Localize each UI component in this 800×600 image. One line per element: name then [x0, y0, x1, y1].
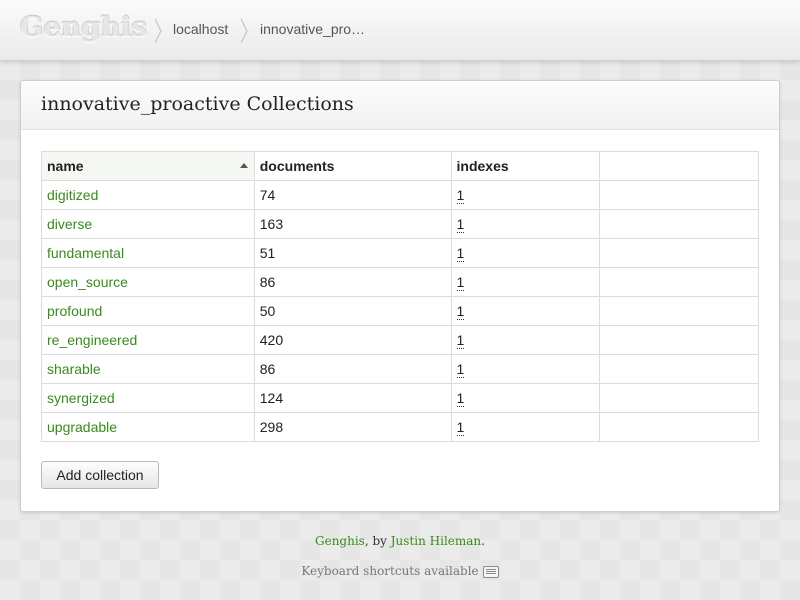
footer-credits: Genghis, by Justin Hileman. [0, 534, 800, 548]
table-row: profound 50 1 [41, 296, 759, 326]
index-count[interactable]: 1 [456, 216, 465, 233]
cell-name: open_source [41, 267, 255, 297]
cell-indexes: 1 [450, 296, 601, 326]
cell-documents: 86 [253, 354, 452, 384]
table-row: upgradable 298 1 [41, 412, 759, 442]
collection-link[interactable]: sharable [47, 361, 101, 377]
table-row: open_source 86 1 [41, 267, 759, 297]
column-header-name[interactable]: name [41, 151, 255, 181]
cell-documents: 420 [253, 325, 452, 355]
cell-documents: 124 [253, 383, 452, 413]
cell-actions [599, 238, 759, 268]
cell-indexes: 1 [450, 180, 601, 210]
cell-actions [599, 412, 759, 442]
cell-indexes: 1 [450, 267, 601, 297]
index-count[interactable]: 1 [456, 303, 465, 320]
index-count[interactable]: 1 [456, 332, 465, 349]
cell-documents: 51 [253, 238, 452, 268]
cell-actions [599, 180, 759, 210]
index-count[interactable]: 1 [456, 390, 465, 407]
app-link[interactable]: Genghis [315, 534, 365, 548]
cell-documents: 86 [253, 267, 452, 297]
table-row: diverse 163 1 [41, 209, 759, 239]
index-count[interactable]: 1 [456, 419, 465, 436]
column-label: indexes [456, 158, 509, 174]
cell-documents: 163 [253, 209, 452, 239]
cell-name: digitized [41, 180, 255, 210]
cell-documents: 50 [253, 296, 452, 326]
cell-actions [599, 325, 759, 355]
breadcrumb-separator-icon [240, 18, 248, 44]
collection-link[interactable]: synergized [47, 390, 115, 406]
cell-indexes: 1 [450, 209, 601, 239]
cell-documents: 74 [253, 180, 452, 210]
table-row: sharable 86 1 [41, 354, 759, 384]
table-row: re_engineered 420 1 [41, 325, 759, 355]
footer-by-text: , by [364, 534, 391, 548]
collection-link[interactable]: digitized [47, 187, 98, 203]
top-bar: Genghis localhost innovative_pro… [0, 0, 800, 61]
cell-actions [599, 354, 759, 384]
index-count[interactable]: 1 [456, 245, 465, 262]
cell-name: re_engineered [41, 325, 255, 355]
breadcrumb-server[interactable]: localhost [173, 21, 228, 37]
keyboard-shortcuts-text: Keyboard shortcuts available [301, 564, 479, 578]
cell-actions [599, 209, 759, 239]
cell-name: fundamental [41, 238, 255, 268]
table-header-row: name documents indexes [41, 151, 759, 181]
cell-name: sharable [41, 354, 255, 384]
column-label: name [47, 158, 84, 174]
cell-indexes: 1 [450, 325, 601, 355]
collection-link[interactable]: profound [47, 303, 102, 319]
index-count[interactable]: 1 [456, 187, 465, 204]
collection-link[interactable]: re_engineered [47, 332, 137, 348]
cell-actions [599, 296, 759, 326]
collections-table: name documents indexes digitized 74 1 di… [41, 151, 759, 442]
author-link[interactable]: Justin Hileman [391, 534, 481, 548]
cell-actions [599, 267, 759, 297]
collection-link[interactable]: upgradable [47, 419, 117, 435]
cell-name: diverse [41, 209, 255, 239]
add-collection-button[interactable]: Add collection [41, 461, 159, 489]
column-header-indexes[interactable]: indexes [450, 151, 601, 181]
index-count[interactable]: 1 [456, 274, 465, 291]
cell-name: profound [41, 296, 255, 326]
cell-indexes: 1 [450, 238, 601, 268]
table-row: fundamental 51 1 [41, 238, 759, 268]
breadcrumb-database[interactable]: innovative_pro… [260, 21, 365, 37]
collections-panel: innovative_proactive Collections name do… [20, 80, 780, 512]
brand-logo[interactable]: Genghis [20, 12, 147, 43]
cell-indexes: 1 [450, 383, 601, 413]
collection-link[interactable]: fundamental [47, 245, 124, 261]
cell-indexes: 1 [450, 354, 601, 384]
index-count[interactable]: 1 [456, 361, 465, 378]
column-header-actions [599, 151, 759, 181]
cell-actions [599, 383, 759, 413]
column-label: documents [259, 158, 335, 174]
table-row: synergized 124 1 [41, 383, 759, 413]
page-title: innovative_proactive Collections [41, 93, 354, 115]
keyboard-icon [482, 565, 499, 578]
table-row: digitized 74 1 [41, 180, 759, 210]
column-header-documents[interactable]: documents [253, 151, 452, 181]
cell-name: upgradable [41, 412, 255, 442]
cell-name: synergized [41, 383, 255, 413]
cell-indexes: 1 [450, 412, 601, 442]
collection-link[interactable]: diverse [47, 216, 92, 232]
collection-link[interactable]: open_source [47, 274, 128, 290]
footer-period: . [481, 534, 485, 548]
keyboard-shortcuts-hint[interactable]: Keyboard shortcuts available [0, 564, 800, 578]
sort-ascending-icon [239, 163, 248, 168]
breadcrumb-separator-icon [154, 18, 162, 44]
cell-documents: 298 [253, 412, 452, 442]
